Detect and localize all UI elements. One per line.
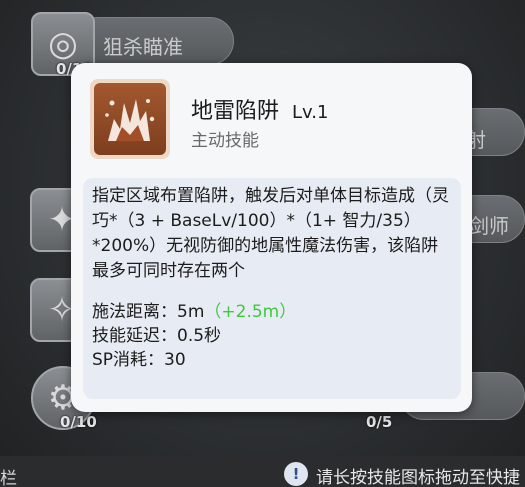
info-icon: ! (284, 462, 308, 486)
skill-count: 0/5 (366, 413, 393, 431)
cast-range-value: 5m (177, 302, 205, 322)
skill-delay-label: 技能延迟： (92, 326, 177, 346)
skill-label: 剑师 (469, 214, 509, 238)
cast-range-row: 施法距离：5m（+2.5m） (92, 300, 296, 324)
skill-title: 地雷陷阱 Lv.1 (191, 93, 328, 125)
cast-range-label: 施法距离： (92, 302, 177, 322)
description-box: 指定区域布置陷阱，触发后对单体目标造成（灵巧*（3 + BaseLv/100）*… (83, 178, 461, 399)
skill-delay-value: 0.5秒 (177, 326, 222, 346)
skill-description: 指定区域布置陷阱，触发后对单体目标造成（灵巧*（3 + BaseLv/100）*… (92, 186, 449, 281)
skill-level: Lv.1 (292, 102, 329, 123)
land-mine-trap-icon (94, 83, 166, 155)
bottom-bar-label: 栏 (0, 469, 17, 487)
skill-count: 0/10 (60, 413, 97, 431)
cast-range-bonus: （+2.5m） (204, 302, 297, 322)
skill-label: 狙杀瞄准 (103, 35, 183, 59)
sp-cost-row: SP消耗：30 (92, 348, 296, 372)
sp-cost-value: 30 (164, 350, 186, 370)
sp-cost-label: SP消耗： (92, 350, 165, 370)
skill-tooltip: 地雷陷阱 Lv.1 主动技能 指定区域布置陷阱，触发后对单体目标造成（灵巧*（3… (71, 63, 472, 412)
skill-name: 地雷陷阱 (191, 99, 280, 124)
skill-type: 主动技能 (191, 131, 259, 151)
skill-stats: 施法距离：5m（+2.5m） 技能延迟：0.5秒 SP消耗：30 (92, 300, 296, 372)
skill-icon-frame (90, 79, 170, 159)
skill-delay-row: 技能延迟：0.5秒 (92, 324, 296, 348)
hint-text: 请长按技能图标拖动至快捷 (316, 468, 520, 487)
